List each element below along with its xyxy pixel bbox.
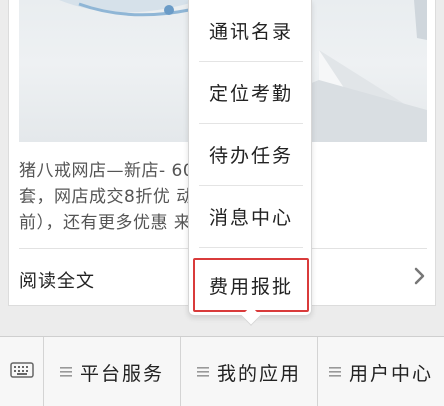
menu-lines-icon [59,367,72,377]
menu-item-messages[interactable]: 消息中心 [199,186,303,248]
bottom-tab-bar: 平台服务 我的应用 用户中心 [0,336,444,406]
keyboard-toggle-button[interactable] [0,337,44,406]
tab-label: 我的应用 [216,362,301,385]
menu-item-contacts[interactable]: 通讯名录 [199,0,303,62]
menu-item-attendance[interactable]: 定位考勤 [199,62,303,124]
menu-item-label: 费用报批 [208,275,293,298]
menu-lines-icon [196,367,209,377]
tab-label: 平台服务 [79,362,164,385]
tab-my-apps[interactable]: 我的应用 [181,337,318,406]
app-popup-menu: 通讯名录 定位考勤 待办任务 消息中心 费用报批 [188,0,312,326]
tab-platform-services[interactable]: 平台服务 [44,337,181,406]
menu-item-todo[interactable]: 待办任务 [199,124,303,186]
menu-item-label: 待办任务 [208,145,293,167]
tab-label: 用户中心 [348,362,433,385]
menu-lines-icon [328,367,341,377]
read-more-label: 阅读全文 [19,271,95,292]
keyboard-icon [9,360,34,384]
tab-user-center[interactable]: 用户中心 [318,337,444,406]
menu-item-expense-approval[interactable]: 费用报批 [193,258,309,312]
menu-item-label: 通讯名录 [208,21,293,43]
menu-item-label: 消息中心 [208,207,293,229]
menu-item-label: 定位考勤 [208,83,293,105]
chevron-right-icon [413,265,427,287]
